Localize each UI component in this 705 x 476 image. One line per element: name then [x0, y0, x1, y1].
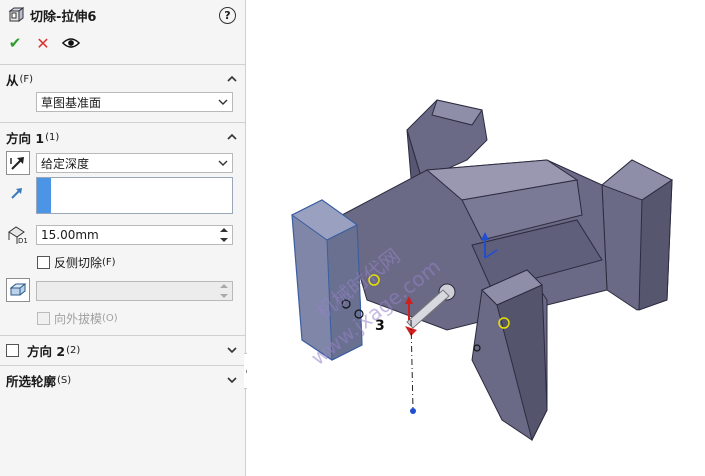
svg-text:D1: D1 [18, 237, 28, 245]
depth-spinner[interactable] [216, 227, 231, 243]
pm-header: 切除-拉伸6 ? [0, 0, 246, 30]
draft-outward-accel: (O) [102, 313, 118, 324]
draft-toggle-button[interactable] [6, 278, 30, 302]
preview-eye-button[interactable] [62, 34, 80, 52]
active-selection-indicator [37, 178, 51, 213]
direction2-title: 方向 2 [27, 343, 66, 359]
selected-contours-accel: (S) [57, 374, 72, 386]
from-group-header[interactable]: 从 (F) [6, 70, 242, 88]
flip-side-to-cut-checkbox[interactable] [37, 256, 50, 269]
depth-value: 15.00mm [41, 228, 99, 242]
flip-side-to-cut-label: 反侧切除 [54, 256, 103, 270]
draft-icon [9, 283, 27, 296]
direction2-group-header[interactable]: 方向 2 (2) [6, 341, 242, 359]
direction2-checkbox[interactable] [6, 343, 19, 357]
end-condition-value: 给定深度 [41, 156, 90, 171]
cut-extrude-icon [8, 7, 24, 22]
graphics-viewport[interactable]: 3 机械时代网 www.jxage.com [247, 0, 705, 476]
from-group-accel: (F) [19, 73, 34, 85]
pm-action-bar: ✔ ✕ [6, 34, 80, 53]
separator [0, 335, 246, 336]
from-group-title: 从 [6, 72, 19, 88]
direction1-title: 方向 1 [6, 130, 45, 146]
draft-angle-spinner[interactable] [216, 283, 231, 299]
property-manager: 切除-拉伸6 ? ✔ ✕ 从 (F) 草图基准面 方向 1 (1) 给定深度 D… [0, 0, 246, 476]
chevron-down-icon[interactable] [226, 344, 238, 356]
cancel-button[interactable]: ✕ [34, 34, 52, 53]
help-button[interactable]: ? [219, 7, 236, 24]
start-condition-select[interactable]: 草图基准面 [36, 92, 233, 112]
separator [0, 64, 246, 65]
depth-input[interactable]: 15.00mm [36, 225, 233, 245]
draft-outward-checkbox[interactable] [37, 312, 50, 325]
flip-side-to-cut-accel: (F) [102, 257, 116, 268]
3d-model-view[interactable]: 3 [247, 0, 705, 476]
reverse-direction-button[interactable] [6, 151, 30, 175]
chevron-down-icon [218, 99, 228, 105]
selected-contours-title: 所选轮廓 [6, 373, 57, 389]
separator [0, 365, 246, 366]
depth-dimension-icon: D1 [8, 226, 28, 245]
separator [0, 122, 246, 123]
end-condition-select[interactable]: 给定深度 [36, 153, 233, 173]
pm-title: 切除-拉伸6 [30, 9, 97, 25]
chevron-down-icon[interactable] [226, 374, 238, 386]
direction-vector-selection-box[interactable] [36, 177, 233, 214]
ok-button[interactable]: ✔ [6, 34, 24, 52]
flip-side-to-cut-row[interactable]: 反侧切除 (F) [37, 254, 116, 271]
chevron-up-icon[interactable] [226, 131, 238, 143]
direction1-group-header[interactable]: 方向 1 (1) [6, 128, 242, 146]
start-condition-value: 草图基准面 [41, 95, 102, 110]
selected-contours-group-header[interactable]: 所选轮廓 (S) [6, 371, 242, 389]
draft-angle-input[interactable] [36, 281, 233, 301]
draft-outward-row[interactable]: 向外拔模 (O) [37, 310, 118, 327]
draft-outward-label: 向外拔模 [54, 312, 103, 326]
reverse-direction-icon [10, 157, 24, 170]
direction-vector-icon [11, 188, 22, 199]
direction1-accel: (1) [45, 131, 60, 143]
chevron-up-icon[interactable] [226, 73, 238, 85]
chevron-down-icon [218, 160, 228, 166]
direction2-accel: (2) [66, 344, 81, 356]
